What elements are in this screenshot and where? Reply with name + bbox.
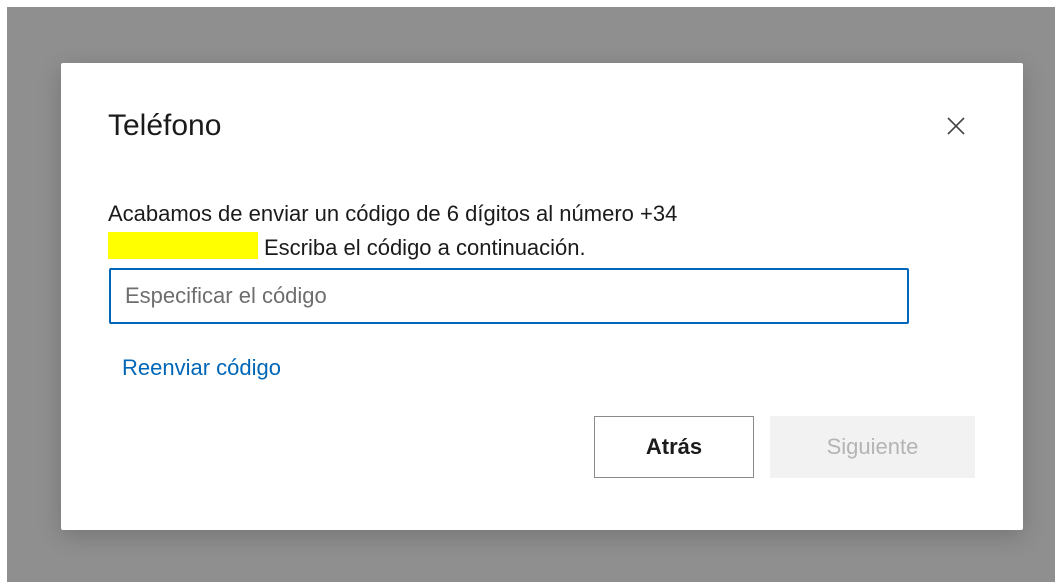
back-button[interactable]: Atrás: [594, 416, 754, 478]
redacted-phone-number: [108, 232, 258, 259]
close-icon: [947, 117, 965, 135]
window-frame-right: [1055, 0, 1060, 582]
verification-code-input[interactable]: [109, 268, 909, 324]
window-frame-left: [0, 0, 7, 582]
resend-code-link[interactable]: Reenviar código: [122, 353, 281, 383]
description-line-2: Escriba el código a continuación.: [264, 235, 586, 260]
phone-verification-dialog: Teléfono Acabamos de enviar un código de…: [61, 63, 1023, 530]
close-button[interactable]: [941, 111, 971, 141]
next-button[interactable]: Siguiente: [770, 416, 975, 478]
window-frame-top: [0, 0, 1060, 7]
dialog-description: Acabamos de enviar un código de 6 dígito…: [108, 197, 868, 265]
dialog-title: Teléfono: [108, 109, 222, 142]
description-line-2-wrapper: Escriba el código a continuación.: [108, 231, 868, 265]
description-line-1: Acabamos de enviar un código de 6 dígito…: [108, 201, 678, 226]
